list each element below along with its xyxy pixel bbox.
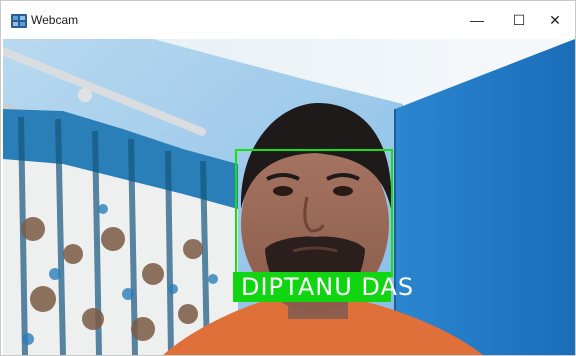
close-button[interactable]: ✕ bbox=[533, 1, 576, 39]
maximize-icon: ☐ bbox=[512, 11, 526, 28]
webcam-window: Webcam — ☐ ✕ DIPTANU DAS bbox=[0, 0, 576, 356]
window-title: Webcam bbox=[31, 13, 79, 27]
close-icon: ✕ bbox=[549, 11, 561, 28]
face-detection-box bbox=[235, 149, 393, 277]
minimize-button[interactable]: — bbox=[455, 1, 499, 39]
title-bar[interactable]: Webcam — ☐ ✕ bbox=[1, 1, 575, 39]
webcam-feed: DIPTANU DAS bbox=[3, 39, 575, 355]
face-label: DIPTANU DAS bbox=[241, 273, 415, 301]
webcam-app-icon bbox=[11, 14, 27, 28]
minimize-icon: — bbox=[470, 12, 484, 28]
